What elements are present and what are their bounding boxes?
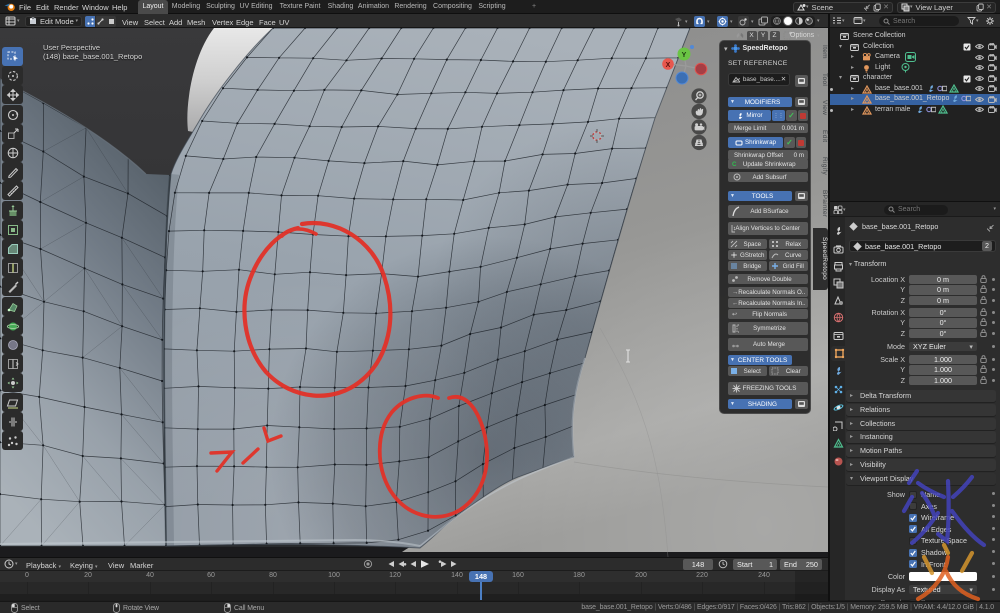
svg-text:X: X [666,62,671,69]
svg-text:Y: Y [682,52,687,59]
